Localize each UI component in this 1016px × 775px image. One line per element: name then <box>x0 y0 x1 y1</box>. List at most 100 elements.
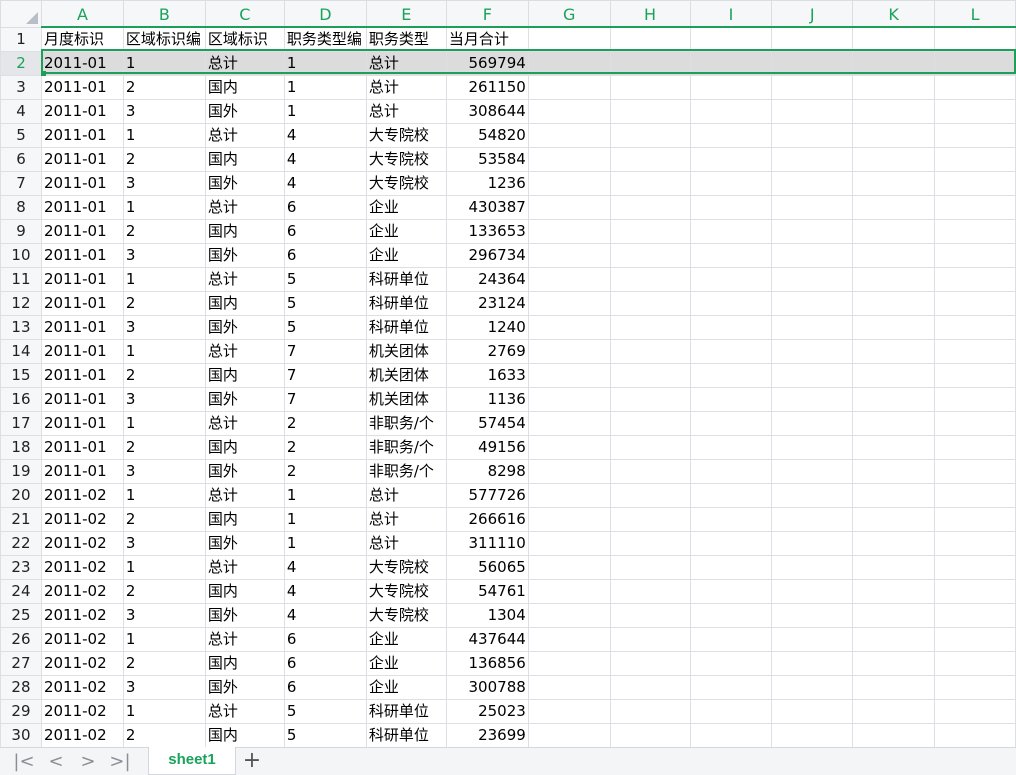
cell-f2[interactable]: 569794 <box>445 51 529 76</box>
cell-c18[interactable]: 国内 <box>204 435 285 460</box>
cell-f5[interactable]: 54820 <box>445 123 529 148</box>
cell-d13[interactable]: 5 <box>283 315 367 340</box>
cell-i29[interactable] <box>689 699 773 724</box>
cell-l22[interactable] <box>934 531 1016 556</box>
cell-c15[interactable]: 国内 <box>204 363 285 388</box>
cell-g6[interactable] <box>527 147 611 172</box>
cell-k16[interactable] <box>852 387 936 412</box>
cell-k6[interactable] <box>852 147 936 172</box>
cell-f26[interactable]: 437644 <box>445 627 529 652</box>
cell-j17[interactable] <box>771 411 854 436</box>
cell-b6[interactable]: 2 <box>122 147 206 172</box>
cell-e24[interactable]: 大专院校 <box>365 579 447 604</box>
sheet-tab-sheet1[interactable]: sheet1 <box>148 747 236 775</box>
cell-e19[interactable]: 非职务/个 <box>365 459 447 484</box>
spreadsheet-grid[interactable]: ABCDEFGHIJKL 1 月度标识 区域标识编 区域标识 职务类型编 职务类型 当月合计… <box>0 0 1016 747</box>
cell-g5[interactable] <box>527 123 611 148</box>
cell-h2[interactable] <box>609 51 691 76</box>
cell-c7[interactable]: 国外 <box>204 171 285 196</box>
row-header[interactable]: 25 <box>0 603 42 628</box>
cell-i18[interactable] <box>689 435 773 460</box>
cell-i19[interactable] <box>689 459 773 484</box>
cell-i1[interactable] <box>689 27 773 52</box>
cell-h5[interactable] <box>609 123 691 148</box>
column-header-e[interactable]: E <box>365 0 447 28</box>
cell-d29[interactable]: 5 <box>283 699 367 724</box>
cell-k28[interactable] <box>852 675 936 700</box>
cell-j12[interactable] <box>771 291 854 316</box>
cell-h9[interactable] <box>609 219 691 244</box>
column-header-i[interactable]: I <box>689 0 773 28</box>
cell-e4[interactable]: 总计 <box>365 99 447 124</box>
cell-e23[interactable]: 大专院校 <box>365 555 447 580</box>
cell-c16[interactable]: 国外 <box>204 387 285 412</box>
cell-b25[interactable]: 3 <box>122 603 206 628</box>
cell-c21[interactable]: 国内 <box>204 507 285 532</box>
cell-a2[interactable]: 2011-01 <box>40 51 124 76</box>
cell-j30[interactable] <box>771 723 854 747</box>
cell-c9[interactable]: 国内 <box>204 219 285 244</box>
cell-j25[interactable] <box>771 603 854 628</box>
cell-b1[interactable]: 区域标识编 <box>122 27 206 52</box>
cell-i22[interactable] <box>689 531 773 556</box>
cell-h25[interactable] <box>609 603 691 628</box>
cell-l8[interactable] <box>934 195 1016 220</box>
first-sheet-icon[interactable]: |< <box>12 751 36 773</box>
cell-h15[interactable] <box>609 363 691 388</box>
cell-d28[interactable]: 6 <box>283 675 367 700</box>
cell-i21[interactable] <box>689 507 773 532</box>
cell-c8[interactable]: 总计 <box>204 195 285 220</box>
cell-f25[interactable]: 1304 <box>445 603 529 628</box>
row-header[interactable]: 21 <box>0 507 42 532</box>
cell-a28[interactable]: 2011-02 <box>40 675 124 700</box>
cell-d23[interactable]: 4 <box>283 555 367 580</box>
cell-a18[interactable]: 2011-01 <box>40 435 124 460</box>
cell-j1[interactable] <box>771 27 854 52</box>
cell-b23[interactable]: 1 <box>122 555 206 580</box>
cell-d24[interactable]: 4 <box>283 579 367 604</box>
column-header-b[interactable]: B <box>122 0 206 28</box>
cell-a12[interactable]: 2011-01 <box>40 291 124 316</box>
cell-e5[interactable]: 大专院校 <box>365 123 447 148</box>
cell-j15[interactable] <box>771 363 854 388</box>
cell-k24[interactable] <box>852 579 936 604</box>
cell-g18[interactable] <box>527 435 611 460</box>
cell-b10[interactable]: 3 <box>122 243 206 268</box>
cell-e28[interactable]: 企业 <box>365 675 447 700</box>
cell-h6[interactable] <box>609 147 691 172</box>
cell-l7[interactable] <box>934 171 1016 196</box>
cell-d11[interactable]: 5 <box>283 267 367 292</box>
cell-c13[interactable]: 国外 <box>204 315 285 340</box>
cell-b28[interactable]: 3 <box>122 675 206 700</box>
cell-l25[interactable] <box>934 603 1016 628</box>
cell-j11[interactable] <box>771 267 854 292</box>
cell-a6[interactable]: 2011-01 <box>40 147 124 172</box>
next-sheet-icon[interactable]: > <box>76 751 100 773</box>
cell-i4[interactable] <box>689 99 773 124</box>
cell-d3[interactable]: 1 <box>283 75 367 100</box>
cell-l5[interactable] <box>934 123 1016 148</box>
cell-i2[interactable] <box>689 51 773 76</box>
cell-k17[interactable] <box>852 411 936 436</box>
cell-j19[interactable] <box>771 459 854 484</box>
cell-e1[interactable]: 职务类型 <box>365 27 447 52</box>
cell-g15[interactable] <box>527 363 611 388</box>
cell-a5[interactable]: 2011-01 <box>40 123 124 148</box>
cell-d21[interactable]: 1 <box>283 507 367 532</box>
cell-a24[interactable]: 2011-02 <box>40 579 124 604</box>
cell-g3[interactable] <box>527 75 611 100</box>
cell-j8[interactable] <box>771 195 854 220</box>
cell-b27[interactable]: 2 <box>122 651 206 676</box>
cell-g12[interactable] <box>527 291 611 316</box>
cell-i26[interactable] <box>689 627 773 652</box>
cell-j22[interactable] <box>771 531 854 556</box>
cell-e13[interactable]: 科研单位 <box>365 315 447 340</box>
cell-d19[interactable]: 2 <box>283 459 367 484</box>
cell-i10[interactable] <box>689 243 773 268</box>
cell-c23[interactable]: 总计 <box>204 555 285 580</box>
cell-l1[interactable] <box>934 27 1016 52</box>
cell-c22[interactable]: 国外 <box>204 531 285 556</box>
column-header-g[interactable]: G <box>527 0 611 28</box>
cell-b15[interactable]: 2 <box>122 363 206 388</box>
cell-c25[interactable]: 国外 <box>204 603 285 628</box>
